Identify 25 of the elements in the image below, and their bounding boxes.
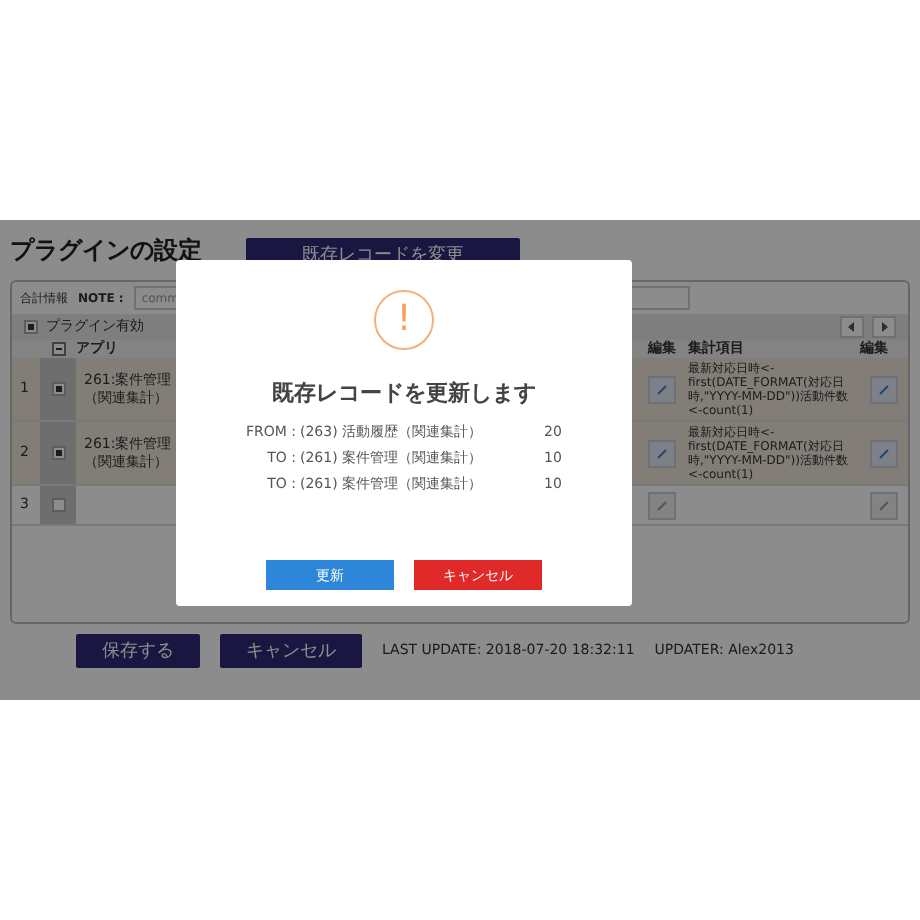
previous-button[interactable]	[840, 316, 864, 338]
save-button[interactable]: 保存する	[76, 634, 200, 668]
row-checkbox[interactable]	[51, 382, 65, 396]
edit-button[interactable]	[648, 375, 676, 403]
left-arrow-icon	[848, 322, 856, 332]
select-all-checkbox[interactable]	[51, 342, 65, 356]
edit-button[interactable]	[870, 375, 898, 403]
edit-button[interactable]	[870, 439, 898, 467]
row-checkbox[interactable]	[51, 498, 65, 512]
dialog-title: 既存レコードを更新します	[272, 378, 536, 408]
pencil-icon	[878, 447, 890, 459]
pencil-icon	[878, 499, 890, 511]
checkbox[interactable]	[24, 320, 38, 334]
pencil-icon	[656, 383, 668, 395]
right-arrow-icon	[880, 322, 888, 332]
pencil-icon	[656, 499, 668, 511]
pencil-icon	[878, 383, 890, 395]
warning-icon: !	[374, 290, 434, 350]
edit-button[interactable]	[648, 439, 676, 467]
edit-button[interactable]	[870, 491, 898, 519]
row-checkbox[interactable]	[51, 446, 65, 460]
next-button[interactable]	[872, 316, 896, 338]
pencil-icon	[656, 447, 668, 459]
cancel-button[interactable]: キャンセル	[220, 634, 362, 668]
edit-button[interactable]	[648, 491, 676, 519]
